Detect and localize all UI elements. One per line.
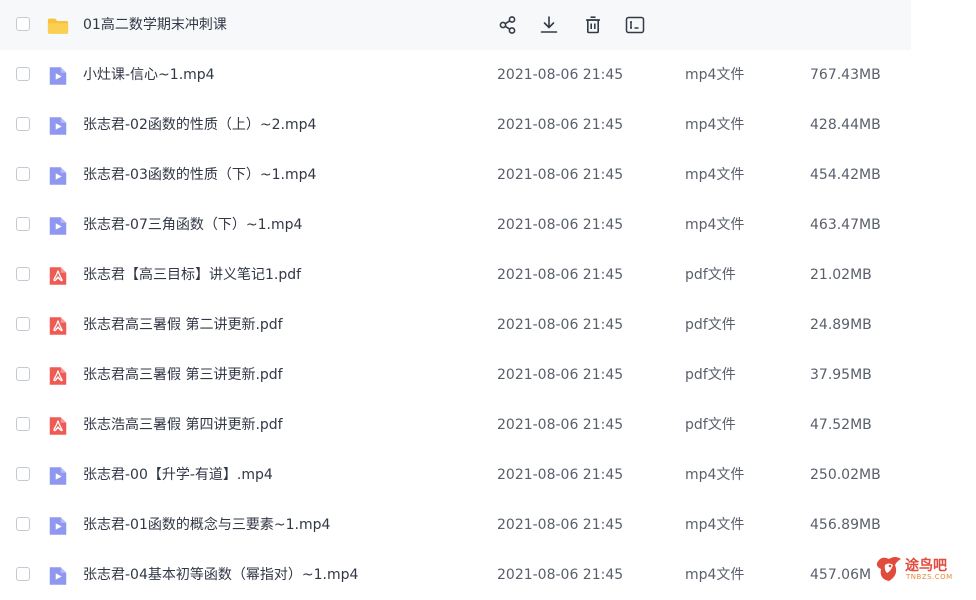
video-file-icon [49,117,67,135]
file-size: 456.89MB [810,517,881,533]
file-type: pdf文件 [685,267,736,283]
video-file-icon [49,467,67,485]
file-row[interactable]: 张志浩高三暑假 第四讲更新.pdf 2021-08-06 21:45 pdf文件 47… [0,400,976,450]
file-size: 767.43MB [810,67,881,83]
row-checkbox[interactable] [16,417,30,431]
file-name[interactable]: 张志君-01函数的概念与三要素~1.mp4 [83,500,330,550]
file-name[interactable]: 张志君-04基本初等函数（幂指对）~1.mp4 [83,550,358,600]
row-checkbox[interactable] [16,467,30,481]
bird-logo-icon [876,557,901,581]
file-row[interactable]: 张志君高三暑假 第二讲更新.pdf 2021-08-06 21:45 pdf文件 24… [0,300,976,350]
file-size: 463.47MB [810,217,881,233]
watermark-text: 途鸟吧 [905,558,947,574]
file-type: mp4文件 [685,567,745,583]
watermark-subtext: TNBZS.COM [906,573,953,581]
file-type: pdf文件 [685,367,736,383]
file-name[interactable]: 张志君-07三角函数（下）~1.mp4 [83,200,302,250]
file-row[interactable]: 张志君-00【升学-有道】.mp4 2021-08-06 21:45 mp4文件 25… [0,450,976,500]
file-date: 2021-08-06 21:45 [497,167,624,183]
video-file-icon [49,67,67,85]
file-row[interactable]: 张志君-03函数的性质（下）~1.mp4 2021-08-06 21:45 mp4文… [0,150,976,200]
file-rows: 小灶课-信心~1.mp4 2021-08-06 21:45 mp4文件 767.43M… [0,50,976,600]
file-size: 21.02MB [810,267,872,283]
file-size: 250.02MB [810,467,881,483]
video-file-icon [49,567,67,585]
watermark-logo: 途鸟吧 TNBZS.COM [873,553,973,587]
file-row[interactable]: 张志君-01函数的概念与三要素~1.mp4 2021-08-06 21:45 mp4… [0,500,976,550]
file-size: 37.95MB [810,367,872,383]
file-date: 2021-08-06 21:45 [497,467,624,483]
file-type: mp4文件 [685,67,745,83]
download-icon[interactable] [538,14,560,36]
file-name[interactable]: 张志君高三暑假 第三讲更新.pdf [83,350,283,400]
pdf-file-icon [49,367,67,385]
delete-icon[interactable] [582,14,604,36]
row-checkbox[interactable] [16,167,30,181]
file-name[interactable]: 张志浩高三暑假 第四讲更新.pdf [83,400,283,450]
file-date: 2021-08-06 21:45 [497,117,624,133]
file-date: 2021-08-06 21:45 [497,217,624,233]
file-size: 47.52MB [810,417,872,433]
video-file-icon [49,167,67,185]
row-checkbox[interactable] [16,117,30,131]
video-file-icon [49,517,67,535]
file-name[interactable]: 张志君-03函数的性质（下）~1.mp4 [83,150,316,200]
rename-icon[interactable] [624,14,646,36]
file-row[interactable]: 张志君【高三目标】讲义笔记1.pdf 2021-08-06 21:45 pdf文件 2… [0,250,976,300]
file-date: 2021-08-06 21:45 [497,267,624,283]
file-name[interactable]: 张志君【高三目标】讲义笔记1.pdf [83,250,301,300]
file-type: mp4文件 [685,167,745,183]
file-date: 2021-08-06 21:45 [497,567,624,583]
file-date: 2021-08-06 21:45 [497,317,624,333]
row-checkbox[interactable] [16,267,30,281]
row-checkbox[interactable] [16,317,30,331]
share-icon[interactable] [497,14,519,36]
row-checkbox[interactable] [16,67,30,81]
file-date: 2021-08-06 21:45 [497,67,624,83]
file-type: mp4文件 [685,467,745,483]
row-checkbox[interactable] [16,367,30,381]
file-date: 2021-08-06 21:45 [497,367,624,383]
file-row[interactable]: 小灶课-信心~1.mp4 2021-08-06 21:45 mp4文件 767.43M… [0,50,976,100]
pdf-file-icon [49,267,67,285]
file-type: mp4文件 [685,217,745,233]
file-type: mp4文件 [685,517,745,533]
file-size: 24.89MB [810,317,872,333]
file-date: 2021-08-06 21:45 [497,517,624,533]
file-type: mp4文件 [685,117,745,133]
file-row[interactable]: 张志君高三暑假 第三讲更新.pdf 2021-08-06 21:45 pdf文件 37… [0,350,976,400]
row-checkbox[interactable] [16,217,30,231]
row-checkbox[interactable] [16,17,30,31]
file-name[interactable]: 张志君-00【升学-有道】.mp4 [83,450,273,500]
file-name[interactable]: 张志君-02函数的性质（上）~2.mp4 [83,100,316,150]
file-size: 454.42MB [810,167,881,183]
file-list: 01高二数学期末冲刺课 小灶课-信心~1.mp4 2021-08-06 21:4… [0,0,976,600]
row-checkbox[interactable] [16,567,30,581]
video-file-icon [49,217,67,235]
row-checkbox[interactable] [16,517,30,531]
pdf-file-icon [49,317,67,335]
file-date: 2021-08-06 21:45 [497,417,624,433]
folder-icon [47,18,69,34]
folder-row[interactable]: 01高二数学期末冲刺课 [0,0,911,50]
file-name[interactable]: 张志君高三暑假 第二讲更新.pdf [83,300,283,350]
file-row[interactable]: 张志君-04基本初等函数（幂指对）~1.mp4 2021-08-06 21:45 m… [0,550,976,600]
file-type: pdf文件 [685,417,736,433]
pdf-file-icon [49,417,67,435]
file-row[interactable]: 张志君-02函数的性质（上）~2.mp4 2021-08-06 21:45 mp4文… [0,100,976,150]
file-size: 428.44MB [810,117,881,133]
file-row[interactable]: 张志君-07三角函数（下）~1.mp4 2021-08-06 21:45 mp4文件… [0,200,976,250]
folder-name[interactable]: 01高二数学期末冲刺课 [83,0,227,50]
file-type: pdf文件 [685,317,736,333]
file-size: 457.06M [810,567,872,583]
file-name[interactable]: 小灶课-信心~1.mp4 [83,50,215,100]
